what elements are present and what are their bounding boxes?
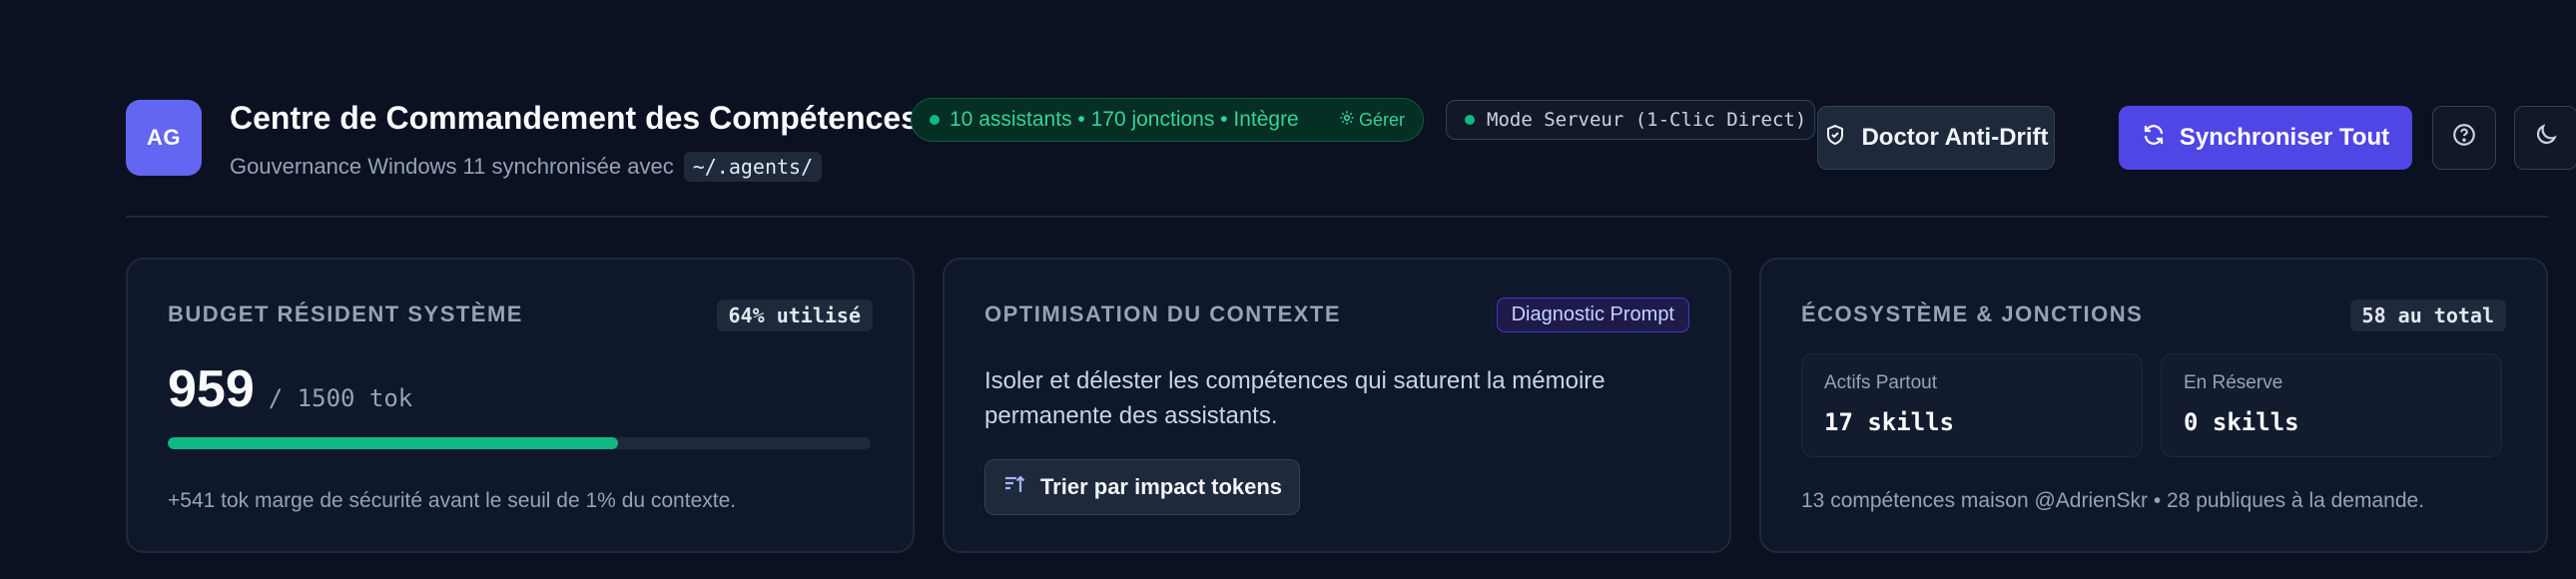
header-divider [126,216,2548,218]
manage-link[interactable]: Gérer [1339,110,1405,131]
budget-used: 959 [168,360,255,418]
total-badge: 58 au total [2349,299,2506,331]
stat-active-everywhere: Actifs Partout 17 skills [1801,353,2143,457]
sync-all-button[interactable]: Synchroniser Tout [2119,106,2412,170]
status-badge: 10 assistants • 170 jonctions • Intègre … [911,98,1424,142]
ecosystem-card-title: ÉCOSYSTÈME & JONCTIONS [1801,301,2144,326]
sync-label: Synchroniser Tout [2179,124,2390,151]
sort-icon [1002,472,1026,502]
mode-dot [1465,115,1475,125]
subtitle-text: Gouvernance Windows 11 synchronisée avec [230,154,674,179]
path-chip: ~/.agents/ [683,152,823,182]
doctor-anti-drift-button[interactable]: Doctor Anti-Drift [1817,106,2055,170]
help-button[interactable] [2432,106,2496,170]
mode-text: Mode Serveur (1-Clic Direct) [1487,109,1807,131]
sort-label: Trier par impact tokens [1039,474,1283,499]
budget-note: +541 tok marge de sécurité avant le seui… [168,489,737,512]
budget-card: BUDGET RÉSIDENT SYSTÈME 64% utilisé 959 … [126,258,915,553]
stat-value: 17 skills [1824,408,1955,436]
stat-label: Actifs Partout [1824,372,1937,393]
doctor-label: Doctor Anti-Drift [1861,124,2049,151]
usage-badge: 64% utilisé [716,299,873,331]
ecosystem-note: 13 compétences maison @AdrienSkr • 28 pu… [1801,489,2425,512]
gear-icon [1339,110,1355,131]
status-dot [930,115,940,125]
ecosystem-card: ÉCOSYSTÈME & JONCTIONS 58 au total Actif… [1759,258,2548,553]
theme-toggle-button[interactable] [2514,106,2576,170]
stat-value: 0 skills [2184,408,2299,436]
budget-progress-fill [168,437,618,449]
refresh-icon [2142,123,2166,154]
context-card-title: OPTIMISATION DU CONTEXTE [984,301,1342,326]
budget-value: 959 / 1500 tok [168,359,412,419]
diagnostic-badge: Diagnostic Prompt [1496,297,1689,332]
shield-check-icon [1823,123,1847,154]
budget-card-title: BUDGET RÉSIDENT SYSTÈME [168,301,523,326]
server-mode-badge: Mode Serveur (1-Clic Direct) [1446,100,1815,140]
sort-by-tokens-button[interactable]: Trier par impact tokens [984,459,1300,515]
moon-icon [2533,122,2559,155]
page-title: Centre de Commandement des Compétences [230,100,919,136]
manage-label: Gérer [1358,109,1405,130]
help-circle-icon [2451,122,2477,155]
status-text: 10 assistants • 170 jonctions • Intègre [950,108,1299,131]
avatar: AG [126,100,202,176]
page-subtitle: Gouvernance Windows 11 synchronisée avec… [230,152,823,182]
budget-progress-bar [168,437,871,449]
stat-label: En Réserve [2184,372,2283,393]
stat-in-reserve: En Réserve 0 skills [2161,353,2502,457]
context-card: OPTIMISATION DU CONTEXTE Diagnostic Prom… [943,258,1731,553]
budget-total: / 1500 tok [268,384,413,412]
context-description: Isoler et délester les compétences qui s… [984,367,1606,429]
